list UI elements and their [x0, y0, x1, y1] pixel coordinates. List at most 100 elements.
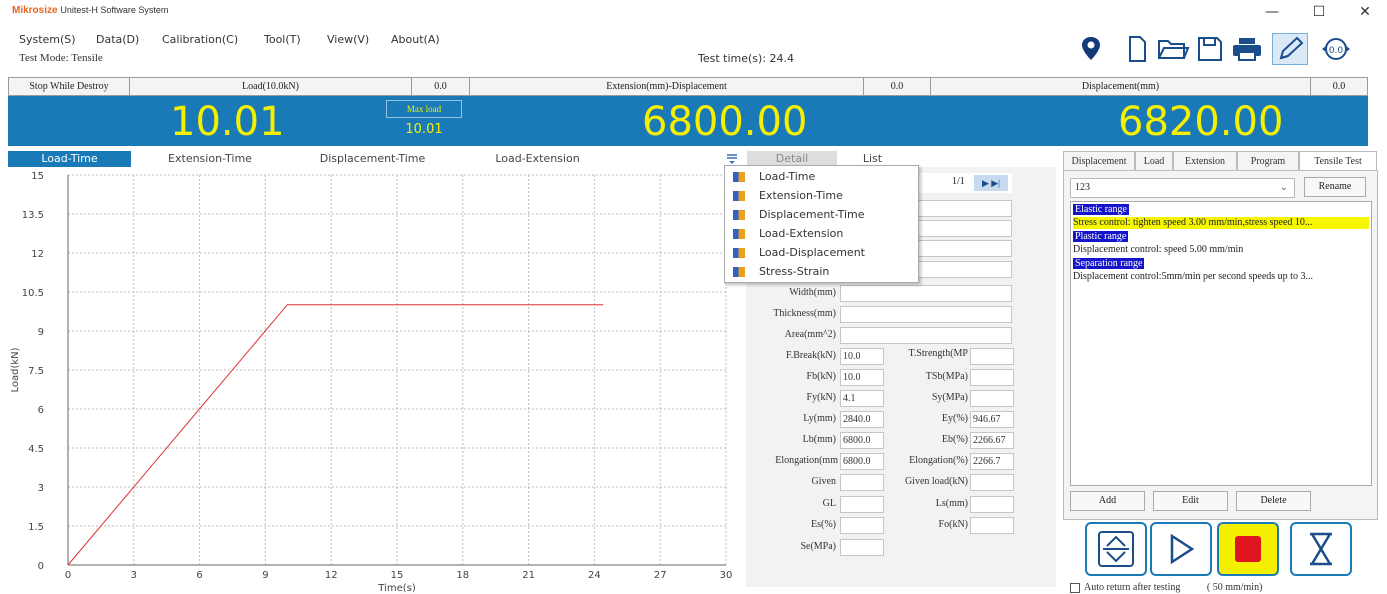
fy-label: Fy(kN) [806, 392, 836, 403]
tsb-label: TSb(MPa) [925, 371, 968, 382]
edit-button-text[interactable]: Edit [1153, 491, 1228, 511]
program-select-value: 123 [1075, 182, 1090, 193]
close-button[interactable]: ✕ [1351, 4, 1379, 24]
elongation-mm-value[interactable]: 6800.0 [840, 453, 884, 470]
start-button[interactable] [1150, 522, 1212, 576]
given-load-label: Given load(kN) [904, 476, 968, 487]
app-name: Unitest-H Software System [60, 5, 169, 15]
area-input[interactable] [840, 327, 1012, 344]
program-line[interactable]: Stress control: tighten speed 3.00 mm/mi… [1073, 217, 1369, 229]
tab-load[interactable]: Load [1135, 151, 1173, 171]
menu-about[interactable]: About(A) [391, 33, 440, 46]
chart-icon [733, 191, 745, 201]
dropdown-item-load-time[interactable]: Load-Time [733, 168, 815, 186]
x-tick-label: 27 [654, 570, 667, 581]
stop-button[interactable] [1217, 522, 1279, 576]
open-folder-icon[interactable] [1156, 34, 1190, 64]
menu-tool[interactable]: Tool(T) [264, 33, 301, 46]
fbreak-label: F.Break(kN) [785, 350, 836, 361]
brand-logo: Mikrosize [12, 5, 58, 16]
dropdown-item-extension-time[interactable]: Extension-Time [733, 187, 843, 205]
test-time: Test time(s): 24.4 [698, 52, 795, 65]
chart-menu-icon[interactable] [725, 153, 739, 165]
displacement-label: Displacement(mm) [931, 78, 1311, 95]
zero-icon[interactable]: 0.0 [1319, 34, 1353, 64]
lb-value[interactable]: 6800.0 [840, 432, 884, 449]
tab-program[interactable]: Program [1237, 151, 1299, 171]
thickness-input[interactable] [840, 306, 1012, 323]
extension-label: Extension(mm)-Displacement [470, 78, 864, 95]
tsb-value[interactable] [970, 369, 1014, 386]
up-down-icon [1098, 531, 1134, 567]
program-line[interactable]: Elastic range [1073, 204, 1129, 215]
location-icon[interactable] [1078, 34, 1104, 64]
load-value: 10.01 [170, 99, 285, 145]
given-value[interactable] [840, 474, 884, 491]
tab-tensile-test[interactable]: Tensile Test [1299, 151, 1377, 171]
test-mode: Test Mode: Tensile [19, 52, 103, 64]
dropdown-item-stress-strain[interactable]: Stress-Strain [733, 263, 829, 281]
displacement-zero[interactable]: 0.0 [1311, 78, 1367, 95]
ls-value[interactable] [970, 496, 1014, 513]
program-line[interactable]: Displacement control: speed 5.00 mm/min [1073, 244, 1243, 256]
extension-zero[interactable]: 0.0 [864, 78, 931, 95]
ly-value[interactable]: 2840.0 [840, 411, 884, 428]
given-load-value[interactable] [970, 474, 1014, 491]
dropdown-item-load-displacement[interactable]: Load-Displacement [733, 244, 865, 262]
ey-value[interactable]: 946.67 [970, 411, 1014, 428]
new-file-icon[interactable] [1124, 34, 1150, 64]
dropdown-item-displacement-time[interactable]: Displacement-Time [733, 206, 865, 224]
rename-button[interactable]: Rename [1304, 177, 1366, 197]
tab-displacement[interactable]: Displacement [1063, 151, 1135, 171]
program-line[interactable]: Displacement control:5mm/min per second … [1073, 271, 1313, 283]
tab-load-extension[interactable]: Load-Extension [475, 151, 600, 167]
menu-calibration[interactable]: Calibration(C) [162, 33, 238, 46]
tab-extension[interactable]: Extension [1173, 151, 1237, 171]
fbreak-value[interactable]: 10.0 [840, 348, 884, 365]
menu-system[interactable]: System(S) [19, 33, 76, 46]
add-button[interactable]: Add [1070, 491, 1145, 511]
menu-data[interactable]: Data(D) [96, 33, 139, 46]
chart-icon [733, 267, 745, 277]
minimize-button[interactable]: — [1258, 4, 1286, 24]
save-icon[interactable] [1195, 34, 1225, 64]
auto-return-checkbox[interactable] [1070, 582, 1080, 593]
program-line[interactable]: Separation range [1073, 258, 1145, 269]
fb-value[interactable]: 10.0 [840, 369, 884, 386]
delete-button[interactable]: Delete [1236, 491, 1311, 511]
elongation-pct-value[interactable]: 2266.7 [970, 453, 1014, 470]
program-select[interactable]: 123 ⌄ [1070, 178, 1295, 198]
tstrength-value[interactable] [970, 348, 1014, 365]
reset-button[interactable] [1290, 522, 1352, 576]
edit-button[interactable] [1272, 33, 1308, 65]
gl-value[interactable] [840, 496, 884, 513]
x-tick-label: 15 [391, 570, 404, 581]
program-line[interactable]: Plastic range [1073, 231, 1129, 242]
es-label: Es(%) [811, 519, 836, 530]
chevron-down-icon: ⌄ [1279, 182, 1288, 193]
next-page-button[interactable]: ▶ ▶| [974, 175, 1008, 191]
displacement-value: 6820.00 [1118, 99, 1284, 145]
load-zero[interactable]: 0.0 [412, 78, 470, 95]
jog-button[interactable] [1085, 522, 1147, 576]
sy-value[interactable] [970, 390, 1014, 407]
fo-value[interactable] [970, 517, 1014, 534]
eb-value[interactable]: 2266.67 [970, 432, 1014, 449]
stop-while-destroy[interactable]: Stop While Destroy [9, 78, 130, 95]
menu-view[interactable]: View(V) [327, 33, 369, 46]
stop-icon [1235, 536, 1261, 562]
tab-extension-time[interactable]: Extension-Time [150, 151, 270, 167]
y-tick-label: 7.5 [28, 366, 44, 377]
chart-icon [733, 248, 745, 258]
y-tick-label: 15 [31, 171, 44, 182]
dropdown-item-load-extension[interactable]: Load-Extension [733, 225, 843, 243]
maximize-button[interactable]: ☐ [1305, 4, 1333, 24]
print-icon[interactable] [1230, 34, 1264, 64]
es-value[interactable] [840, 517, 884, 534]
se-value[interactable] [840, 539, 884, 556]
auto-return-option[interactable]: Auto return after testing ( 50 mm/min) [1070, 582, 1262, 593]
width-input[interactable] [840, 285, 1012, 302]
fy-value[interactable]: 4.1 [840, 390, 884, 407]
tab-load-time[interactable]: Load-Time [8, 151, 131, 167]
tab-displacement-time[interactable]: Displacement-Time [300, 151, 445, 167]
